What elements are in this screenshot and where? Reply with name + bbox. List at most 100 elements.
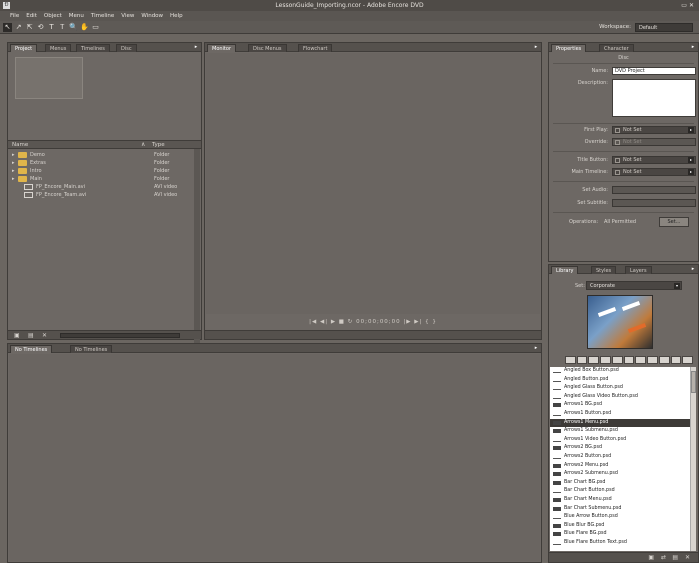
panel-menu-icon[interactable]: ▸ <box>193 44 199 50</box>
list-item[interactable]: Blue Flare BG.psd <box>550 530 690 539</box>
filter-replace-icon[interactable] <box>623 356 635 364</box>
list-item[interactable]: Arrows1 Menu.psd <box>550 418 690 428</box>
filter-shapes-icon[interactable] <box>611 356 623 364</box>
tab-character[interactable]: Character <box>599 44 634 52</box>
description-textarea[interactable] <box>612 79 696 117</box>
list-item[interactable]: FP_Encore_Team.avi AVI video <box>8 191 194 199</box>
menu-view[interactable]: View <box>121 13 134 19</box>
sort-ascending-icon[interactable]: ∧ <box>141 141 145 148</box>
list-item[interactable]: ▸ Demo Folder <box>8 151 194 159</box>
main-timeline-dropdown[interactable]: Not Set ▸ <box>612 168 696 176</box>
list-item[interactable]: Angled Glass Button.psd <box>550 384 690 393</box>
filter-all-icon[interactable] <box>670 356 682 364</box>
list-item[interactable]: FP_Encore_Main.avi AVI video <box>8 183 194 191</box>
list-item[interactable]: Bar Chart Button.psd <box>550 487 690 496</box>
filter-menus-icon[interactable] <box>565 356 576 364</box>
list-item[interactable]: Arrows1 Submenu.psd <box>550 427 690 436</box>
play-icon[interactable]: ▶ <box>331 319 336 325</box>
step-forward-icon[interactable]: |▶ <box>403 319 411 325</box>
move-tool-icon[interactable]: ⇱ <box>25 23 34 32</box>
panel-menu-icon[interactable]: ▸ <box>533 345 539 351</box>
menu-help[interactable]: Help <box>170 13 183 19</box>
workspace-dropdown[interactable]: Default <box>635 23 693 32</box>
expand-icon[interactable]: ▸ <box>12 175 15 183</box>
delete-icon[interactable]: ✕ <box>685 554 690 561</box>
column-name[interactable]: Name <box>12 142 28 148</box>
name-field[interactable]: DVD Project <box>612 67 696 75</box>
new-item-icon[interactable]: ▤ <box>28 332 34 339</box>
loop-icon[interactable]: ↻ <box>348 319 354 325</box>
tab-timeline-1[interactable]: No Timelines <box>10 345 53 353</box>
menu-file[interactable]: File <box>10 13 19 19</box>
tab-timelines[interactable]: Timelines <box>76 44 110 52</box>
menu-object[interactable]: Object <box>44 13 62 19</box>
list-item[interactable]: Blue Arrow Button.psd <box>550 513 690 522</box>
menu-edit[interactable]: Edit <box>26 13 37 19</box>
tab-properties[interactable]: Properties <box>551 44 587 52</box>
list-item[interactable]: Angled Button.psd <box>550 376 690 385</box>
tab-monitor[interactable]: Monitor <box>207 44 237 52</box>
filter-other-icon[interactable] <box>658 356 670 364</box>
tab-layers[interactable]: Layers <box>625 266 652 274</box>
menu-menu[interactable]: Menu <box>69 13 84 19</box>
pickwhip-icon[interactable] <box>615 158 620 163</box>
scroll-thumb[interactable] <box>691 371 696 393</box>
list-item[interactable]: ▸ Extras Folder <box>8 159 194 167</box>
expand-icon[interactable]: ▸ <box>12 159 15 167</box>
tab-styles[interactable]: Styles <box>591 266 617 274</box>
zoom-tool-icon[interactable]: 🔍 <box>69 23 78 32</box>
selection-tool-icon[interactable]: ↖ <box>3 23 12 32</box>
menu-window[interactable]: Window <box>141 13 163 19</box>
hand-tool-icon[interactable]: ✋ <box>80 23 89 32</box>
tab-timeline-2[interactable]: No Timelines <box>70 345 113 353</box>
text-tool-icon[interactable]: T <box>47 23 56 32</box>
expand-icon[interactable]: ▸ <box>12 151 15 159</box>
pickwhip-icon[interactable] <box>615 140 620 145</box>
go-to-end-icon[interactable]: ▶| <box>414 319 422 325</box>
list-item[interactable]: Angled Glass Video Button.psd <box>550 393 690 402</box>
filter-extra-icon[interactable] <box>682 356 694 364</box>
list-item[interactable]: Blue Flare Button Text.psd <box>550 539 690 548</box>
place-icon[interactable]: ▣ <box>648 554 654 561</box>
filter-backgrounds-icon[interactable] <box>635 356 647 364</box>
column-type[interactable]: Type <box>152 142 165 148</box>
edit-in-photoshop-icon[interactable]: ▭ <box>91 23 100 32</box>
tab-disc-menus[interactable]: Disc Menus <box>248 44 287 52</box>
list-item[interactable]: Arrows1 Button.psd <box>550 410 690 419</box>
expand-icon[interactable]: ▸ <box>12 167 15 175</box>
step-back-icon[interactable]: ◀| <box>320 319 328 325</box>
panel-menu-icon[interactable]: ▸ <box>690 44 696 50</box>
tab-project[interactable]: Project <box>10 44 38 52</box>
list-item[interactable]: Bar Chart BG.psd <box>550 479 690 488</box>
delete-icon[interactable]: ✕ <box>42 332 47 339</box>
filter-images-icon[interactable] <box>588 356 600 364</box>
set-subtitle-dropdown[interactable] <box>612 199 696 207</box>
list-item[interactable]: Arrows1 BG.psd <box>550 401 690 410</box>
panel-menu-icon[interactable]: ▸ <box>533 44 539 50</box>
new-folder-icon[interactable]: ▣ <box>14 332 20 339</box>
mark-in-icon[interactable]: { <box>425 319 430 325</box>
vertical-text-tool-icon[interactable]: Ꭲ <box>58 23 67 32</box>
horizontal-scrollbar[interactable] <box>60 333 180 338</box>
new-item-icon[interactable]: ▤ <box>672 554 678 561</box>
panel-menu-icon[interactable]: ▸ <box>690 266 696 272</box>
tab-library[interactable]: Library <box>551 266 579 274</box>
list-item[interactable]: Arrows2 BG.psd <box>550 444 690 453</box>
list-item[interactable]: Blue Blur BG.psd <box>550 522 690 531</box>
set-operations-button[interactable]: Set... <box>659 217 689 227</box>
filter-buttons-icon[interactable] <box>576 356 588 364</box>
list-item[interactable]: Angled Box Button.psd <box>550 367 690 376</box>
menu-timeline[interactable]: Timeline <box>91 13 114 19</box>
list-item[interactable]: Bar Chart Menu.psd <box>550 496 690 505</box>
list-item[interactable]: ▸ Main Folder <box>8 175 194 183</box>
window-controls[interactable]: ▭✕ <box>681 2 696 9</box>
tab-menus[interactable]: Menus <box>45 44 72 52</box>
list-item[interactable]: ▸ Intro Folder <box>8 167 194 175</box>
mark-out-icon[interactable]: } <box>432 319 437 325</box>
pickwhip-icon[interactable] <box>615 170 620 175</box>
tab-flowchart[interactable]: Flowchart <box>298 44 333 52</box>
replace-icon[interactable]: ⇄ <box>661 554 666 561</box>
title-button-dropdown[interactable]: Not Set ▸ <box>612 156 696 164</box>
stop-icon[interactable]: ■ <box>339 319 345 325</box>
filter-text-icon[interactable] <box>600 356 611 364</box>
